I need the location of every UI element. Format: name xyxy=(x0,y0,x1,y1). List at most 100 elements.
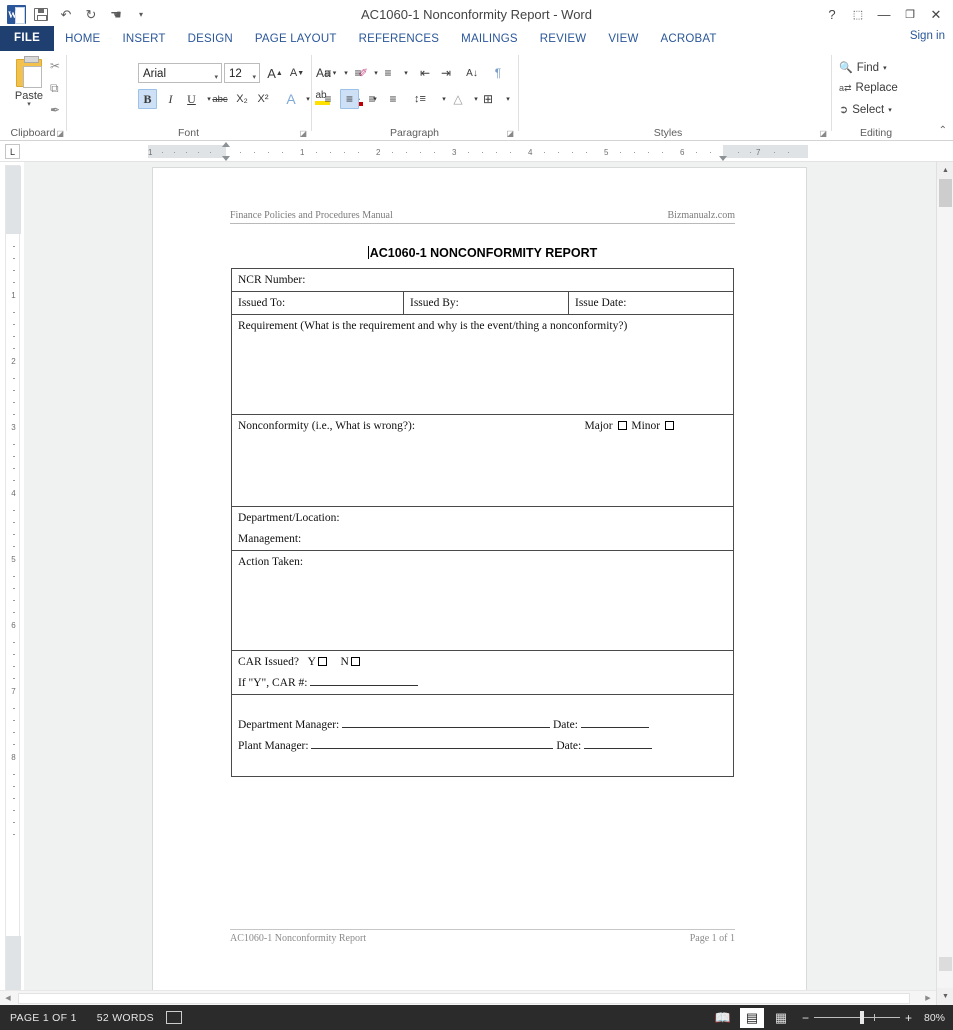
zoom-slider-thumb[interactable] xyxy=(859,1011,864,1024)
touch-mode-icon[interactable]: ☚ xyxy=(105,4,127,26)
replace-button[interactable]: a⇄ Replace xyxy=(839,82,898,94)
clipboard-dialog-launcher-icon[interactable]: ◪ xyxy=(56,129,64,138)
tab-file[interactable]: FILE xyxy=(0,26,55,51)
tab-design[interactable]: DESIGN xyxy=(177,26,244,51)
format-painter-icon[interactable]: ✒ xyxy=(50,103,60,117)
table-row-nonconformity[interactable]: Nonconformity (i.e., What is wrong?): Ma… xyxy=(231,414,734,507)
table-row-signatures[interactable]: Department Manager: Date: Plant Manager:… xyxy=(231,694,734,777)
numbering-icon[interactable]: ≡ xyxy=(349,63,367,83)
cell-signatures[interactable]: Department Manager: Date: Plant Manager:… xyxy=(231,694,734,777)
paragraph-dialog-launcher-icon[interactable]: ◪ xyxy=(506,129,514,138)
help-button[interactable]: ? xyxy=(819,2,845,28)
document-page[interactable]: Finance Policies and Procedures Manual B… xyxy=(153,168,806,996)
horizontal-scrollbar-thumb[interactable] xyxy=(18,993,910,1004)
font-name-input[interactable]: Arial ▾ xyxy=(138,63,222,83)
shrink-font-icon[interactable]: A ▼ xyxy=(288,63,306,83)
cell-issued-by[interactable]: Issued By: xyxy=(403,291,569,315)
grow-font-icon[interactable]: A ▲ xyxy=(266,63,284,83)
underline-button[interactable]: U xyxy=(182,89,201,109)
cell-nonconformity[interactable]: Nonconformity (i.e., What is wrong?): Ma… xyxy=(231,414,734,507)
cell-action-taken[interactable]: Action Taken: xyxy=(231,550,734,651)
find-button[interactable]: 🔍 Find ▾ xyxy=(839,61,887,75)
decrease-indent-icon[interactable]: ⇤ xyxy=(416,63,434,83)
shading-icon[interactable]: △ xyxy=(449,89,467,109)
horizontal-ruler-track[interactable]: 1 1 2 3 4 5 6 7 xyxy=(148,142,808,161)
vertical-scrollbar[interactable]: ▲ ▼ xyxy=(936,162,953,1005)
align-left-button[interactable]: ≡ xyxy=(319,89,337,109)
proofing-errors-icon[interactable] xyxy=(164,1011,182,1024)
cell-car-issued[interactable]: CAR Issued? Y N If "Y", CAR #: xyxy=(231,650,734,695)
hanging-indent-marker[interactable] xyxy=(222,156,230,161)
tab-page-layout[interactable]: PAGE LAYOUT xyxy=(244,26,348,51)
subscript-button[interactable]: X₂ xyxy=(233,89,251,109)
document-canvas[interactable]: Finance Policies and Procedures Manual B… xyxy=(24,162,936,1005)
car-no-checkbox[interactable] xyxy=(350,657,360,666)
zoom-level-label[interactable]: 80% xyxy=(921,1012,947,1024)
text-effects-icon[interactable]: A xyxy=(282,89,300,109)
car-number-blank[interactable] xyxy=(310,685,419,686)
right-indent-marker[interactable] xyxy=(719,156,727,161)
styles-dialog-launcher-icon[interactable]: ◪ xyxy=(819,129,827,138)
cell-requirement[interactable]: Requirement (What is the requirement and… xyxy=(231,314,734,415)
customize-qat-icon[interactable]: ▾ xyxy=(130,4,152,26)
vertical-scrollbar-thumb[interactable] xyxy=(939,179,952,207)
word-count-indicator[interactable]: 52 WORDS xyxy=(87,1012,164,1024)
multilevel-chevron-down-icon[interactable]: ▾ xyxy=(397,63,415,83)
word-logo-icon[interactable]: W xyxy=(5,4,27,26)
plant-manager-date-blank[interactable] xyxy=(584,748,653,749)
tab-references[interactable]: REFERENCES xyxy=(348,26,451,51)
print-layout-view-button[interactable]: ▤ xyxy=(739,1007,764,1028)
strikethrough-button[interactable]: abc xyxy=(211,89,229,109)
sort-icon[interactable]: A↓ xyxy=(463,63,481,83)
tab-mailings[interactable]: MAILINGS xyxy=(450,26,529,51)
superscript-button[interactable]: X² xyxy=(254,89,272,109)
department-manager-blank[interactable] xyxy=(342,727,551,728)
tab-review[interactable]: REVIEW xyxy=(529,26,598,51)
table-row-action-taken[interactable]: Action Taken: xyxy=(231,550,734,651)
collapse-ribbon-icon[interactable]: ⌃ xyxy=(939,125,947,136)
cell-issue-date[interactable]: Issue Date: xyxy=(568,291,734,315)
justify-button[interactable]: ≡ xyxy=(384,89,402,109)
sign-in-link[interactable]: Sign in xyxy=(910,30,945,42)
scroll-right-arrow-icon[interactable]: ▶ xyxy=(920,991,936,1006)
department-manager-date-blank[interactable] xyxy=(580,727,649,728)
undo-icon[interactable]: ↶ xyxy=(55,4,77,26)
restore-button[interactable]: ❐ xyxy=(897,2,923,28)
table-row-ncr-number[interactable]: NCR Number: xyxy=(231,268,734,292)
cut-icon[interactable]: ✂ xyxy=(50,59,60,73)
car-yes-checkbox[interactable] xyxy=(317,657,327,666)
font-size-chevron-down-icon[interactable]: ▾ xyxy=(252,70,256,86)
tab-home[interactable]: HOME xyxy=(54,26,112,51)
close-button[interactable]: ✕ xyxy=(923,2,949,28)
bold-button[interactable]: B xyxy=(138,89,157,109)
minimize-button[interactable]: — xyxy=(871,2,897,28)
line-spacing-icon[interactable]: ↕≡ xyxy=(411,89,429,109)
font-name-chevron-down-icon[interactable]: ▾ xyxy=(214,70,218,86)
read-mode-view-button[interactable]: 📖 xyxy=(711,1008,735,1028)
scroll-down-arrow-icon[interactable]: ▼ xyxy=(937,988,953,1005)
table-row-department[interactable]: Department/Location: Management: xyxy=(231,506,734,551)
zoom-out-button[interactable]: − xyxy=(802,1011,809,1025)
page-indicator[interactable]: PAGE 1 OF 1 xyxy=(0,1012,87,1024)
increase-indent-icon[interactable]: ⇥ xyxy=(437,63,455,83)
cell-department-management[interactable]: Department/Location: Management: xyxy=(231,506,734,551)
zoom-slider[interactable]: − + xyxy=(802,1011,912,1025)
align-center-button[interactable]: ≡ xyxy=(340,89,359,109)
plant-manager-blank[interactable] xyxy=(311,748,554,749)
save-icon[interactable] xyxy=(30,4,52,26)
tab-stop-selector-button[interactable]: L xyxy=(5,144,20,159)
horizontal-scrollbar[interactable]: ◀ ▶ xyxy=(0,990,936,1005)
italic-button[interactable]: I xyxy=(161,89,180,109)
web-layout-view-button[interactable]: ▦ xyxy=(769,1008,793,1028)
align-right-button[interactable]: ≡ xyxy=(363,89,381,109)
borders-icon[interactable]: ⊞ xyxy=(479,89,497,109)
show-formatting-marks-icon[interactable]: ¶ xyxy=(489,63,507,83)
cell-ncr-number[interactable]: NCR Number: xyxy=(231,268,734,292)
minor-checkbox[interactable] xyxy=(665,421,674,430)
major-checkbox[interactable] xyxy=(617,421,627,430)
paste-button[interactable]: Paste ▾ xyxy=(8,56,50,108)
font-size-input[interactable]: 12 ▾ xyxy=(224,63,260,83)
borders-chevron-down-icon[interactable]: ▾ xyxy=(499,89,517,109)
scroll-left-arrow-icon[interactable]: ◀ xyxy=(0,991,16,1006)
cell-issued-to[interactable]: Issued To: xyxy=(231,291,404,315)
